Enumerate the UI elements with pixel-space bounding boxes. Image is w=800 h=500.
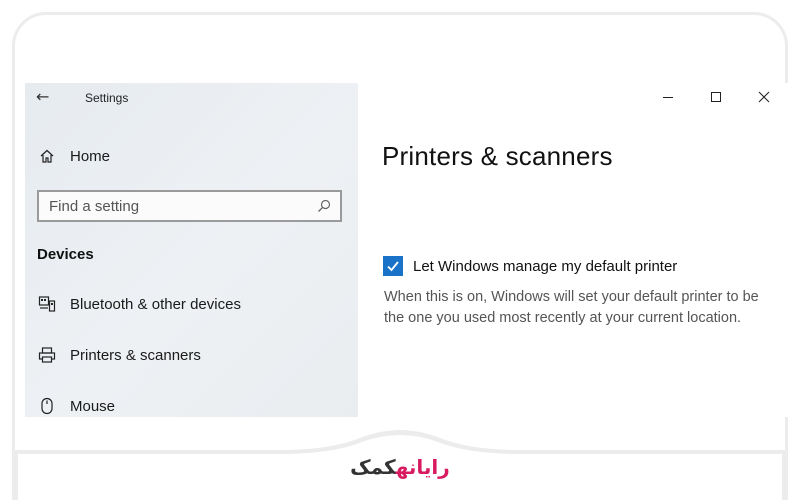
sidebar-item-label: Home — [70, 147, 111, 165]
sidebar-item-label: Mouse — [70, 397, 116, 415]
window-title: Settings — [85, 91, 129, 105]
search-box[interactable] — [37, 190, 342, 222]
home-icon — [37, 146, 57, 166]
bluetooth-devices-icon — [37, 294, 57, 314]
close-button[interactable] — [740, 83, 788, 111]
maximize-icon — [711, 92, 721, 102]
sidebar: ← Settings Home Devices Bluetooth & othe… — [25, 83, 358, 417]
maximize-button[interactable] — [692, 83, 740, 111]
default-printer-option[interactable]: Let Windows manage my default printer — [383, 256, 677, 276]
search-icon[interactable] — [316, 198, 332, 214]
option-description: When this is on, Windows will set your d… — [384, 289, 759, 326]
search-input[interactable] — [49, 197, 316, 215]
default-printer-checkbox[interactable] — [383, 256, 403, 276]
checkmark-icon — [387, 261, 399, 272]
close-icon — [758, 91, 770, 103]
brand-part-1: رایانه — [395, 455, 450, 479]
minimize-button[interactable] — [644, 83, 692, 111]
back-button[interactable]: ← — [36, 87, 49, 106]
sidebar-item-mouse[interactable]: Mouse — [37, 396, 115, 416]
printer-icon — [37, 345, 57, 365]
sidebar-item-label: Printers & scanners — [70, 346, 201, 364]
brand-logo: رایانهکمک — [0, 455, 800, 479]
sidebar-item-label: Bluetooth & other devices — [70, 295, 241, 313]
settings-window: ← Settings Home Devices Bluetooth & othe… — [25, 83, 788, 417]
checkbox-label: Let Windows manage my default printer — [413, 257, 678, 275]
section-title-devices: Devices — [37, 246, 94, 263]
sidebar-item-home[interactable]: Home — [37, 146, 110, 166]
page-title: Printers & scanners — [382, 141, 613, 171]
sidebar-item-bluetooth[interactable]: Bluetooth & other devices — [37, 294, 241, 314]
sidebar-item-printers[interactable]: Printers & scanners — [37, 345, 201, 365]
minimize-icon — [663, 97, 673, 98]
main-content: Printers & scanners Let Windows manage m… — [358, 83, 788, 417]
brand-part-2: کمک — [350, 455, 396, 479]
mouse-icon — [37, 396, 57, 416]
window-controls — [644, 83, 788, 111]
